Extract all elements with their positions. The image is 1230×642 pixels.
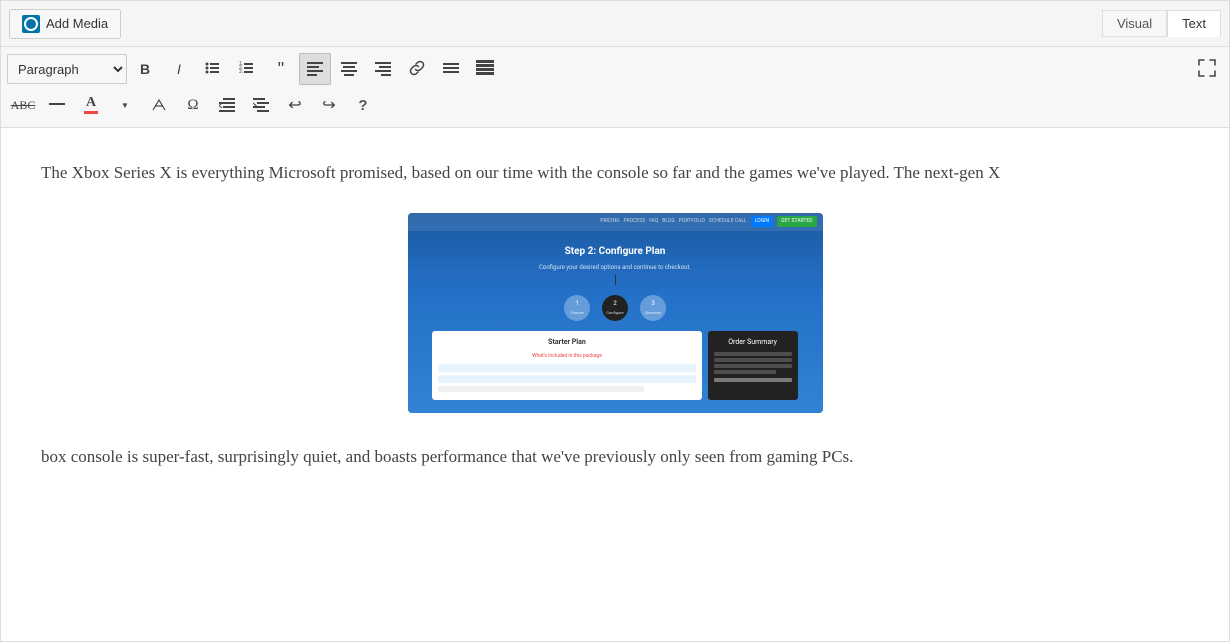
bold-icon: B	[140, 61, 150, 77]
ss-step-3: 3 Checkout	[640, 295, 666, 321]
clear-formatting-button[interactable]	[143, 89, 175, 121]
toolbar-row-1: Paragraph Heading 1 Heading 2 Heading 3 …	[7, 51, 1223, 87]
ss-steps: 1 Choose 2 Configure 3 Checkout	[564, 295, 666, 321]
ss-summary-title: Order Summary	[714, 337, 792, 349]
align-left-icon	[307, 60, 323, 79]
toolbar-toggle-icon	[475, 58, 495, 81]
unordered-list-icon	[205, 60, 221, 79]
italic-icon: I	[177, 61, 181, 77]
add-media-label: Add Media	[46, 16, 108, 31]
italic-button[interactable]: I	[163, 53, 195, 85]
outdent-icon	[219, 96, 235, 115]
add-media-button[interactable]: Add Media	[9, 9, 121, 39]
ss-title: Step 2: Configure Plan	[565, 243, 666, 260]
help-icon: ?	[358, 97, 367, 114]
blockquote-icon: "	[278, 60, 284, 78]
hr-line-button[interactable]	[41, 89, 73, 121]
text-color-underline	[84, 111, 98, 114]
omega-icon: Ω	[187, 97, 198, 114]
text-color-icon: A	[86, 96, 96, 110]
bold-button[interactable]: B	[129, 53, 161, 85]
ss-content-area: Starter Plan What's Included in this pac…	[432, 331, 797, 400]
view-tabs: Visual Text	[1102, 10, 1221, 37]
strikethrough-button[interactable]: ABC	[7, 89, 39, 121]
indent-icon	[253, 96, 269, 115]
undo-icon: ↩	[288, 95, 301, 115]
add-media-icon	[22, 15, 40, 33]
undo-button[interactable]: ↩	[279, 89, 311, 121]
ss-order-summary: Order Summary	[708, 331, 798, 400]
text-color-button[interactable]: A	[75, 89, 107, 121]
paragraph-1: The Xbox Series X is everything Microsof…	[41, 158, 1189, 189]
outdent-button[interactable]	[211, 89, 243, 121]
help-button[interactable]: ?	[347, 89, 379, 121]
paragraph-format-select[interactable]: Paragraph Heading 1 Heading 2 Heading 3 …	[7, 54, 127, 84]
strikethrough-icon: ABC	[11, 98, 36, 113]
align-right-button[interactable]	[367, 53, 399, 85]
special-char-button[interactable]: Ω	[177, 89, 209, 121]
ss-card-line-2	[438, 375, 695, 383]
tab-visual[interactable]: Visual	[1102, 10, 1167, 37]
unordered-list-button[interactable]	[197, 53, 229, 85]
ordered-list-button[interactable]: 1. 2. 3.	[231, 53, 263, 85]
paragraph-2: box console is super-fast, surprisingly …	[41, 442, 1189, 473]
ss-step-1: 1 Choose	[564, 295, 590, 321]
tab-text[interactable]: Text	[1167, 10, 1221, 37]
editor-wrapper: Add Media Visual Text Paragraph Heading …	[0, 0, 1230, 642]
text-color-dropdown[interactable]: ▼	[109, 89, 141, 121]
horizontal-rule-button[interactable]	[435, 53, 467, 85]
fullscreen-icon	[1198, 59, 1216, 80]
align-right-icon	[375, 60, 391, 79]
ss-starter-card: Starter Plan What's Included in this pac…	[432, 331, 701, 400]
top-bar: Add Media Visual Text	[1, 1, 1229, 47]
align-left-button[interactable]	[299, 53, 331, 85]
toolbar-toggle-button[interactable]	[469, 53, 501, 85]
clear-formatting-icon	[151, 96, 167, 115]
horizontal-rule-icon	[443, 60, 459, 79]
ordered-list-icon: 1. 2. 3.	[239, 60, 255, 79]
editor-content[interactable]: The Xbox Series X is everything Microsof…	[1, 128, 1229, 628]
ss-card-sub: What's Included in this package	[438, 352, 695, 361]
align-center-button[interactable]	[333, 53, 365, 85]
ss-nav: PRICING PROCESS FAQ BLOG PORTFOLIO SCHED…	[408, 213, 823, 231]
ss-card-title: Starter Plan	[438, 337, 695, 349]
ss-card-line-1	[438, 364, 695, 372]
ss-step-2: 2 Configure	[602, 295, 628, 321]
ss-card-line-3	[438, 386, 644, 392]
indent-button[interactable]	[245, 89, 277, 121]
toolbar: Paragraph Heading 1 Heading 2 Heading 3 …	[1, 47, 1229, 128]
link-icon	[408, 59, 426, 80]
editor-image[interactable]: PRICING PROCESS FAQ BLOG PORTFOLIO SCHED…	[408, 213, 823, 413]
hr-line-icon	[49, 96, 65, 115]
blockquote-button[interactable]: "	[265, 53, 297, 85]
ss-subtitle: Configure your desired options and conti…	[539, 263, 691, 273]
align-center-icon	[341, 60, 357, 79]
redo-button[interactable]: ↪	[313, 89, 345, 121]
fullscreen-button[interactable]	[1191, 53, 1223, 85]
dropdown-arrow-icon: ▼	[121, 101, 129, 110]
editor-image-container: PRICING PROCESS FAQ BLOG PORTFOLIO SCHED…	[41, 213, 1189, 423]
toolbar-row-2: ABC A ▼	[7, 87, 1223, 123]
redo-icon: ↪	[322, 95, 335, 115]
screenshot-sim: PRICING PROCESS FAQ BLOG PORTFOLIO SCHED…	[408, 213, 823, 413]
link-button[interactable]	[401, 53, 433, 85]
svg-text:3.: 3.	[239, 69, 243, 75]
